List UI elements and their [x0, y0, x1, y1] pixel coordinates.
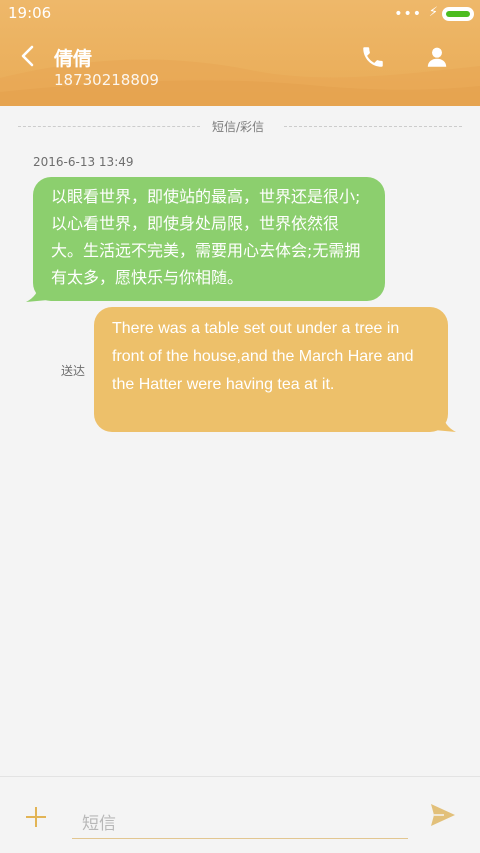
divider-line: [18, 126, 200, 127]
contact-name: 倩倩: [54, 48, 93, 70]
incoming-message-bubble[interactable]: 以眼看世界，即使站的最高，世界还是很小;以心看世界，即使身处局限，世界依然很大。…: [33, 177, 385, 301]
divider-line: [284, 126, 462, 127]
message-input[interactable]: [72, 809, 408, 839]
incoming-bubble-tail: [26, 284, 48, 302]
send-icon[interactable]: [430, 803, 456, 827]
composer-bar: [0, 776, 480, 853]
header: 19:06 ••• ⚡ 倩倩 18730218809: [0, 0, 480, 106]
divider-label: 短信/彩信: [212, 120, 265, 134]
charging-icon: ⚡: [428, 5, 438, 20]
delivery-status: 送达: [61, 364, 86, 378]
signal-dots: •••: [394, 6, 422, 22]
contact-number: 18730218809: [54, 71, 159, 89]
status-time: 19:06: [8, 4, 52, 22]
plus-icon[interactable]: [24, 805, 48, 829]
back-arrow-icon[interactable]: [16, 44, 40, 68]
message-type-divider: 短信/彩信: [18, 116, 462, 136]
person-icon[interactable]: [424, 44, 450, 70]
phone-icon[interactable]: [360, 44, 386, 70]
battery-icon: [442, 7, 474, 21]
outgoing-bubble-tail: [434, 414, 456, 432]
outgoing-message-bubble[interactable]: There was a table set out under a tree i…: [94, 307, 448, 432]
status-bar: 19:06 ••• ⚡: [0, 0, 480, 28]
message-timestamp: 2016-6-13 13:49: [33, 155, 134, 169]
